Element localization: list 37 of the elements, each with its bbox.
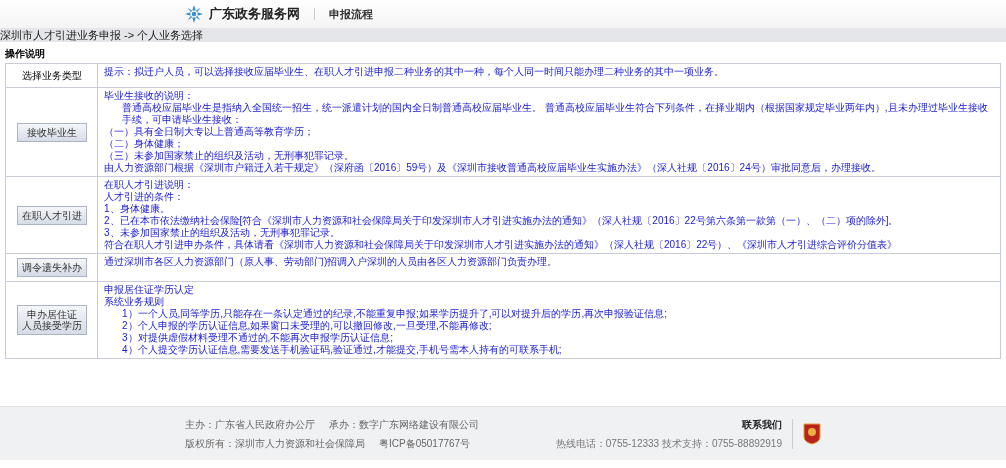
description-text: 4）个人提交学历认证信息,需要发送手机验证码,验证通过,才能提交,手机号需本人持有的可联系手机; [121, 344, 563, 356]
description-text: 符合在职人才引进申办条件，具体请看《深圳市人力资源和社会保障局关于印发深圳市人才引进实施办法的通知》（深人社规〔2016〕22号）、《深圳市人才引进综合评价分值表》 [104, 239, 899, 251]
description-text: 毕业生接收的说明： [104, 90, 195, 102]
description-text: 1）一个人员,同等学历,只能存在一条认定通过的纪录,不能重复申报;如果学历提升了,可以对提升后的学历,再次申报验证信息; [121, 308, 668, 320]
footer-text: 主办：广东省人民政府办公厅 [185, 418, 315, 430]
instructions-heading: 操作说明 [5, 47, 46, 61]
description-text: （一）具有全日制大专以上普通高等教育学历； [104, 126, 315, 138]
contact-info: 热线电话：0755-12333 技术支持：0755-88892919 [555, 437, 782, 449]
description-text: 2、已在本市依法缴纳社会保险[符合《深圳市人力资源和社会保障局关于印发深圳市人才引进实施办法的通知》（深人社规〔2016〕22号第六条第一款第（一）、（二）项的除外]。 [104, 215, 900, 227]
description-text: 提示：拟迁户人员，可以选择接收应届毕业生、在职人才引进申报二种业务的其中一种，每个人同一时间只能办理二种业务的其中一项业务。 [104, 66, 725, 78]
description-text: 由人力资源部门根据《深圳市户籍迁入若干规定》（深府函〔2016〕59号）及《深圳市接收普通高校应届毕业生实施办法》（深人社规〔2016〕24号）审批同意后，办理接收。 [104, 162, 882, 174]
section-title: 申报流程 [329, 6, 373, 22]
service-button[interactable]: 申办居住证 人员接受学历 [16, 305, 87, 335]
description-text: 3、未参加国家禁止的组织及活动，无刑事犯罪记录。 [104, 227, 341, 239]
description-text: 在职人才引进说明： [104, 179, 195, 191]
description-text: 申报居住证学历认定 [104, 284, 195, 296]
emblem-icon [803, 422, 821, 445]
description-text: 通过深圳市各区人力资源部门（原人事、劳动部门)招调入户深圳的人员由各区人力资源部门负责办理。 [104, 256, 559, 268]
description-text: 1、身体健康。 [104, 203, 171, 215]
description-text: 2）个人申报的学历认证信息,如果窗口未受理的,可以撤回修改,一旦受理,不能再修改; [121, 320, 493, 332]
service-button[interactable]: 在职人才引进 [16, 205, 87, 225]
footer-text: 承办：数字广东网络建设有限公司 [329, 418, 479, 430]
logo-icon [185, 5, 203, 23]
service-button[interactable]: 调令遗失补办 [16, 258, 87, 277]
contact-title: 联系我们 [742, 418, 782, 430]
site-name: 广东政务服务网 [209, 5, 300, 24]
breadcrumb: 深圳市人才引进业务申报 -> 个人业务选择 [0, 29, 204, 41]
column-heading: 选择业务类型 [21, 69, 82, 83]
description-text: （三）未参加国家禁止的组织及活动，无刑事犯罪记录。 [104, 150, 355, 162]
description-text: 系统业务规则 [104, 296, 165, 308]
footer-text: 粤ICP备05017767号 [379, 437, 471, 449]
footer-text: 版权所有：深圳市人力资源和社会保障局 [185, 437, 365, 449]
description-text: 普通高校应届毕业生是指纳入全国统一招生，统一派遣计划的国内全日制普通高校应届毕业生。 普通高校应届毕业生符合下列条件，在择业期内（根据国家规定毕业两年内）,且未办理过毕业生接收手续，可申请毕业生接收： [121, 102, 989, 126]
description-text: 3）对提供虚假材料受理不通过的,不能再次申报学历认证信息; [121, 332, 395, 344]
description-text: （二）身体健康； [104, 138, 185, 150]
service-button[interactable]: 接收毕业生 [16, 122, 87, 142]
description-text: 人才引进的条件： [104, 191, 185, 203]
